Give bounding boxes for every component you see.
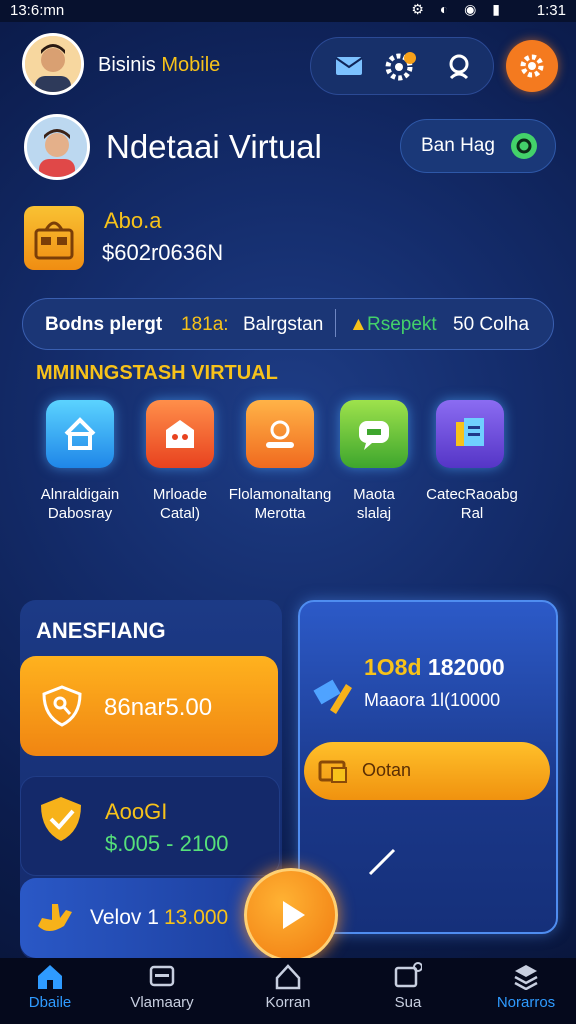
avatar-icon <box>27 117 87 177</box>
balance-value: $602r0636N <box>102 240 224 265</box>
status-bar: 13:6:mn ⚙ ◐ ◉ ▮ 1:31 <box>0 0 576 22</box>
card-secondary-value: $.005 - 2100 <box>105 831 229 856</box>
settings-gear-icon[interactable] <box>377 42 425 90</box>
chat-feature-icon[interactable] <box>340 400 408 468</box>
info-text-3: Balrgstan <box>243 314 324 335</box>
wallet-icon[interactable] <box>24 206 84 270</box>
search-icon[interactable] <box>435 42 483 90</box>
info-text-4: Rsepekt <box>367 314 437 335</box>
user-feature-icon[interactable] <box>246 400 314 468</box>
header-actions <box>310 37 494 95</box>
right-panel-button-label: Ootan <box>362 760 412 780</box>
play-icon <box>283 901 305 929</box>
status-icons: ⚙ ◐ ◉ ▮ <box>411 1 506 17</box>
nav-layers[interactable]: Norarros <box>476 962 576 1011</box>
avatar-icon <box>25 36 81 92</box>
ban-button-label: Ban Hag <box>421 135 495 156</box>
section-title: MMINNGSTASH VIRTUAL <box>36 362 278 384</box>
gear-icon <box>520 54 544 78</box>
card-primary-value: 86nar5.00 <box>104 694 213 721</box>
card-tertiary-value: 13.000 <box>164 906 229 929</box>
mail-icon[interactable] <box>325 42 373 90</box>
info-text-2: 181a: <box>181 314 229 335</box>
layers-icon <box>514 965 538 990</box>
user-avatar[interactable] <box>22 33 84 95</box>
settings-button[interactable] <box>506 40 558 92</box>
house-outline-icon <box>275 964 301 990</box>
message-icon <box>394 962 422 988</box>
card-secondary-label: AooGI <box>105 799 168 824</box>
card-secondary[interactable]: AooGI $.005 - 2100 <box>20 776 280 876</box>
divider <box>335 309 336 337</box>
profile-name: Ndetaai Virtual <box>106 128 322 165</box>
documents-feature-icon[interactable] <box>436 400 504 468</box>
shield-check-icon <box>35 793 87 845</box>
feature-label-2: Mrloade Catal) <box>152 486 208 522</box>
right-panel-headline: 1O8d 182000 <box>364 654 505 680</box>
status-dot-icon <box>511 133 537 159</box>
info-bar[interactable]: Bodns plergt 181a: Balrgstan ▲ Rsepekt 5… <box>22 298 554 350</box>
home-feature-icon[interactable] <box>46 400 114 468</box>
feature-label-1: Alnraldigain Dabosray <box>40 486 120 522</box>
left-panel-title: ANESFIANG <box>36 618 166 643</box>
nav-home[interactable]: Dbaile <box>0 962 100 1011</box>
hand-coin-icon <box>34 896 78 940</box>
profile-avatar[interactable] <box>24 114 90 180</box>
store-feature-icon[interactable] <box>146 400 214 468</box>
card-primary[interactable]: 86nar5.00 <box>20 656 278 756</box>
ban-button[interactable]: Ban Hag <box>400 119 556 173</box>
gift-card-icon <box>318 758 350 786</box>
status-time: 13:6:mn <box>10 2 65 19</box>
feature-label-5: CatecRaoabg Ral <box>426 486 518 522</box>
feature-label-4: Maota slalaj <box>353 486 395 522</box>
info-text-1: Bodns plergt <box>45 314 163 335</box>
card-tertiary[interactable]: Velov 1 13.000 <box>20 878 278 958</box>
arrow-up-icon: ▲ <box>349 314 368 335</box>
nav-store[interactable]: Korran <box>238 962 338 1011</box>
home-icon <box>38 965 62 989</box>
edit-slash-icon <box>368 848 396 876</box>
info-text-5: 50 Colha <box>453 314 530 335</box>
play-button[interactable] <box>244 868 338 962</box>
right-panel-button[interactable]: Ootan <box>304 742 550 800</box>
tools-icon <box>310 670 356 716</box>
card-tertiary-label: Velov 1 <box>90 906 159 929</box>
app-title: Bisinis Mobile <box>98 54 221 76</box>
right-panel-subline: Maaora 1l(10000 <box>364 690 501 710</box>
status-clock: 1:31 <box>536 2 566 19</box>
wallet-icon <box>149 965 175 987</box>
nav-wallet[interactable]: Vlamaary <box>112 962 212 1011</box>
shield-key-icon <box>40 684 84 728</box>
nav-messages[interactable]: Sua <box>358 962 458 1011</box>
balance-label: Abo.a <box>104 208 162 233</box>
